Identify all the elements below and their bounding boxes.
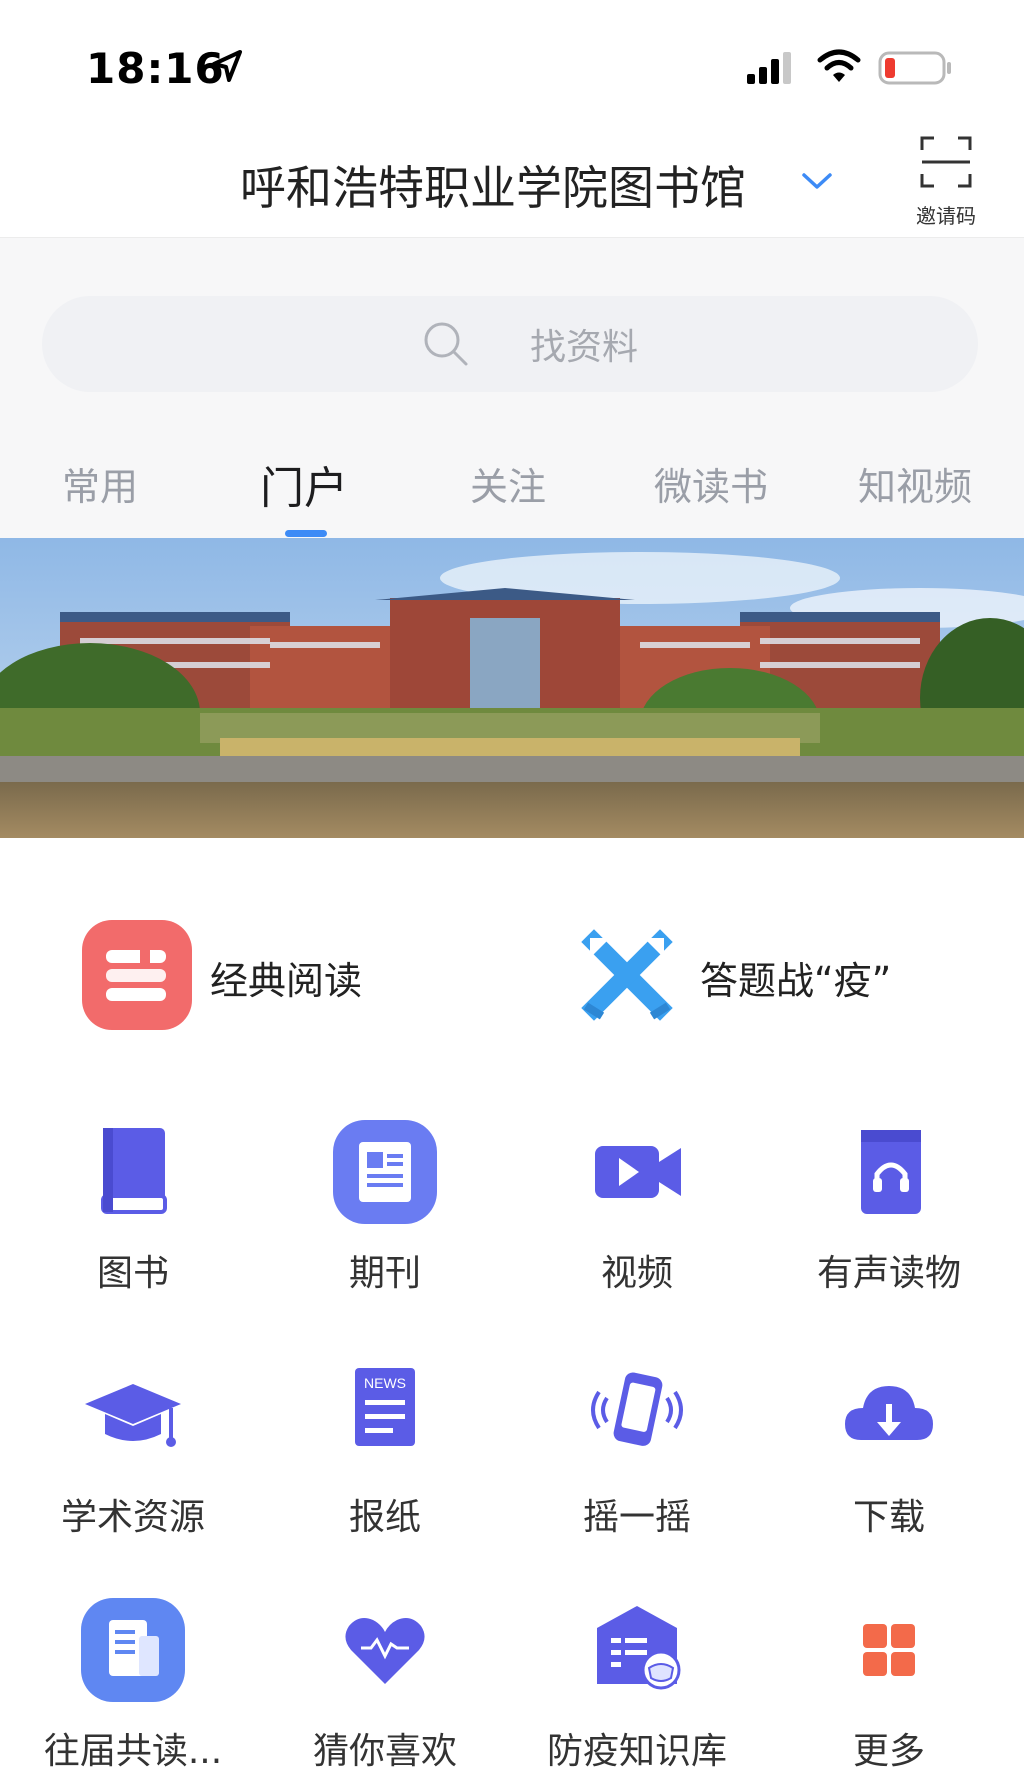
grid-item-academic[interactable]: 学术资源 xyxy=(18,1364,248,1564)
grid-item-audiobooks[interactable]: 有声读物 xyxy=(774,1120,1004,1320)
grid-label: 视频 xyxy=(600,1253,673,1294)
tab-micro-reading[interactable]: 微读书 xyxy=(654,456,768,511)
graduation-cap-icon xyxy=(85,1384,181,1447)
invite-code-button[interactable]: 邀请码 xyxy=(906,130,986,230)
cellular-signal-icon xyxy=(747,52,791,84)
grid-more-icon xyxy=(863,1624,915,1676)
crossed-swords-icon xyxy=(581,929,673,1021)
books-icon xyxy=(82,920,192,1030)
grid-label: 报纸 xyxy=(348,1497,421,1538)
grid-item-shake[interactable]: 摇一摇 xyxy=(522,1364,752,1564)
chevron-down-icon[interactable] xyxy=(800,166,834,196)
grid-label: 防疫知识库 xyxy=(546,1731,727,1772)
status-time: 18:16 xyxy=(86,44,225,93)
heart-icon xyxy=(345,1618,425,1684)
audiobook-icon xyxy=(861,1130,921,1214)
scan-frame-icon xyxy=(920,136,972,188)
grid-label: 往届共读... xyxy=(43,1731,223,1772)
cloud-download-icon xyxy=(845,1386,933,1440)
search-input[interactable]: 找资料 xyxy=(42,296,978,392)
grid-item-recommend[interactable]: 猜你喜欢 xyxy=(270,1598,500,1785)
grid-item-download[interactable]: 下载 xyxy=(774,1364,1004,1564)
search-section: 找资料 xyxy=(0,238,1024,418)
feature-label: 答题战“疫” xyxy=(700,959,892,1003)
tab-common[interactable]: 常用 xyxy=(62,456,138,511)
news-badge-text: NEWS xyxy=(364,1375,406,1391)
grid-item-past-reading[interactable]: 往届共读... xyxy=(18,1598,248,1785)
grid-label: 下载 xyxy=(852,1497,925,1538)
grid-label: 摇一摇 xyxy=(582,1497,691,1538)
feature-section: 经典阅读 答题战“疫” xyxy=(0,838,1024,1068)
library-title[interactable]: 呼和浩特职业学院图书馆 xyxy=(240,152,746,218)
grid-label: 学术资源 xyxy=(60,1497,205,1538)
video-camera-icon xyxy=(595,1146,681,1198)
location-arrow-icon xyxy=(212,50,242,82)
book-icon xyxy=(101,1128,167,1214)
tab-bar: 常用 门户 关注 微读书 知视频 xyxy=(0,418,1024,538)
tab-portal[interactable]: 门户 xyxy=(260,452,348,516)
tab-knowledge-video[interactable]: 知视频 xyxy=(858,456,972,511)
search-icon xyxy=(424,322,468,366)
grid-item-more[interactable]: 更多 xyxy=(774,1598,1004,1785)
grid-item-books[interactable]: 图书 xyxy=(18,1120,248,1320)
shake-phone-icon xyxy=(591,1372,683,1446)
tab-follow[interactable]: 关注 xyxy=(470,456,546,511)
grid-item-newspapers[interactable]: NEWS 报纸 xyxy=(270,1364,500,1564)
grid-item-epidemic-knowledge[interactable]: 防疫知识库 xyxy=(522,1598,752,1785)
app-header: 呼和浩特职业学院图书馆 邀请码 xyxy=(0,120,1024,238)
grid-item-videos[interactable]: 视频 xyxy=(522,1120,752,1320)
campus-building-photo xyxy=(0,538,1024,838)
wifi-icon xyxy=(817,49,861,82)
mask-house-icon xyxy=(597,1606,681,1690)
document-icon xyxy=(81,1598,185,1702)
status-bar: 18:16 xyxy=(0,0,1024,120)
journal-icon xyxy=(333,1120,437,1224)
search-placeholder: 找资料 xyxy=(530,327,639,368)
battery-low-icon xyxy=(878,51,951,85)
newspaper-icon: NEWS xyxy=(355,1368,415,1446)
grid-label: 猜你喜欢 xyxy=(312,1731,457,1772)
active-tab-indicator xyxy=(285,530,327,537)
grid-label: 有声读物 xyxy=(816,1253,961,1294)
campus-banner-image[interactable] xyxy=(0,538,1024,838)
grid-label: 更多 xyxy=(852,1731,925,1772)
grid-item-journals[interactable]: 期刊 xyxy=(270,1120,500,1320)
grid-label: 图书 xyxy=(96,1253,169,1294)
grid-label: 期刊 xyxy=(348,1253,421,1294)
invite-code-label: 邀请码 xyxy=(916,204,976,228)
feature-label: 经典阅读 xyxy=(210,959,363,1003)
